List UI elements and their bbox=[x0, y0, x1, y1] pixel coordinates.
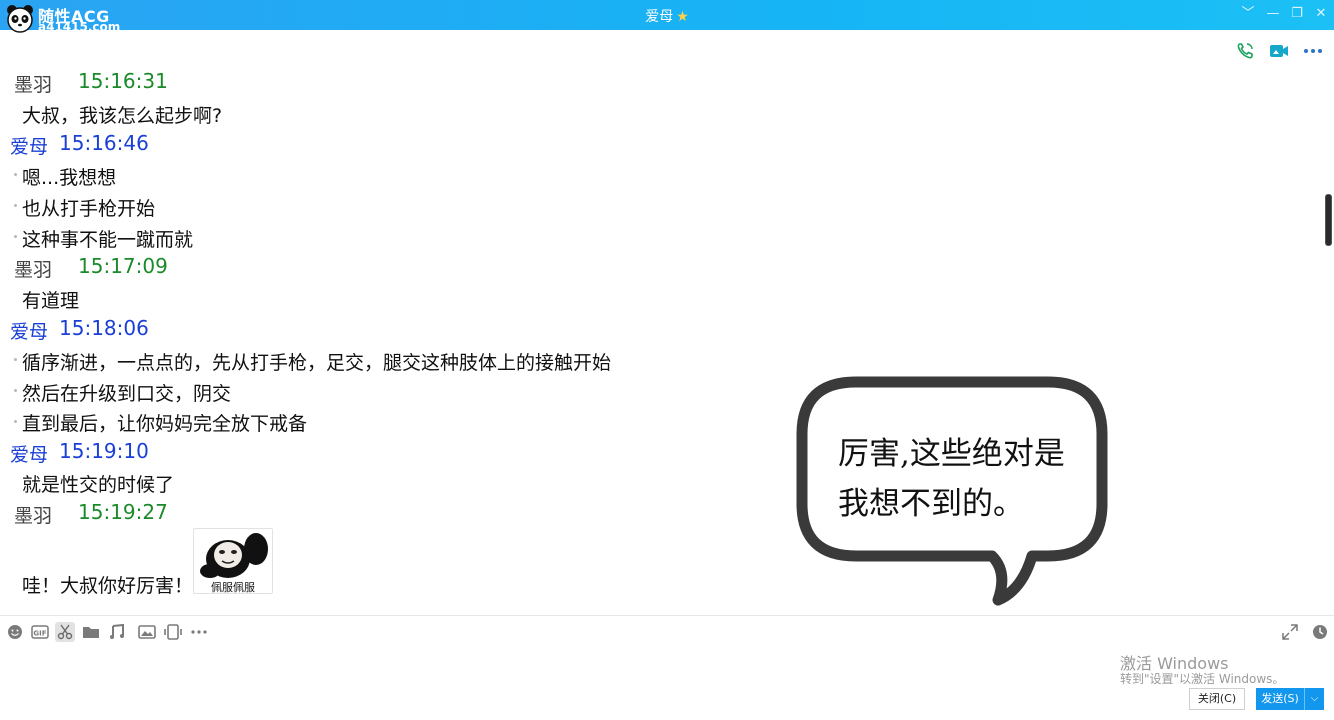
sender-name: 爱母 bbox=[10, 136, 49, 158]
chat-window: 随性ACG a41415.com 爱母 ★ ﹀ — ❐ ✕ 墨羽 15:16:31… bbox=[0, 0, 1334, 720]
activation-watermark-hint: 转到"设置"以激活 Windows。 bbox=[1120, 672, 1285, 686]
sender-name: 爱母 bbox=[10, 444, 49, 466]
video-call-icon[interactable] bbox=[1269, 42, 1289, 60]
message-text: 直到最后，让你妈妈完全放下戒备 bbox=[22, 413, 308, 435]
chat-scrollbar[interactable] bbox=[1325, 194, 1332, 246]
gif-icon[interactable]: GIF bbox=[30, 622, 50, 642]
message-time: 15:19:27 bbox=[78, 500, 168, 524]
bubble-text-line2: 我想不到的。 bbox=[838, 486, 1024, 522]
message-text: 大叔，我该怎么起步啊? bbox=[22, 105, 223, 127]
expand-icon[interactable] bbox=[1280, 622, 1300, 642]
message-bullet bbox=[14, 420, 17, 423]
image-icon[interactable] bbox=[137, 622, 157, 642]
message-time: 15:18:06 bbox=[59, 316, 149, 340]
phone-icon[interactable] bbox=[1236, 42, 1256, 60]
minimize-button[interactable]: — bbox=[1265, 6, 1281, 22]
message-bullet bbox=[14, 358, 17, 361]
send-button[interactable]: 发送(S) bbox=[1256, 688, 1304, 710]
input-divider bbox=[0, 615, 1334, 616]
message-time: 15:19:10 bbox=[59, 439, 149, 463]
title-bar[interactable]: 随性ACG a41415.com 爱母 ★ ﹀ — ❐ ✕ bbox=[0, 0, 1334, 34]
sticker-caption: 佩服佩服 bbox=[211, 581, 255, 594]
panda-meme-icon bbox=[200, 533, 268, 578]
message-bullet bbox=[14, 173, 17, 176]
window-title: 爱母 ★ bbox=[0, 6, 1334, 26]
folder-icon[interactable] bbox=[81, 622, 101, 642]
collapse-button[interactable]: ﹀ bbox=[1240, 6, 1256, 22]
toolbar-more-icon[interactable] bbox=[189, 622, 209, 642]
message-text: 哇！大叔你好厉害！ bbox=[22, 575, 194, 597]
message-time: 15:16:31 bbox=[78, 69, 168, 93]
panda-sticker[interactable]: 佩服佩服 bbox=[193, 528, 273, 594]
maximize-button[interactable]: ❐ bbox=[1289, 6, 1305, 22]
sender-name: 墨羽 bbox=[14, 74, 53, 96]
message-text: 嗯...我想想 bbox=[22, 167, 117, 189]
sender-name: 墨羽 bbox=[14, 259, 53, 281]
screen-record-icon[interactable] bbox=[163, 622, 183, 642]
history-clock-icon[interactable] bbox=[1310, 622, 1330, 642]
message-text: 这种事不能一蹴而就 bbox=[22, 229, 194, 251]
message-bullet bbox=[14, 235, 17, 238]
message-bullet bbox=[14, 204, 17, 207]
star-icon: ★ bbox=[676, 9, 689, 25]
close-button[interactable]: 关闭(C) bbox=[1189, 688, 1245, 710]
bubble-text-line1: 厉害,这些绝对是 bbox=[838, 436, 1065, 472]
more-icon[interactable] bbox=[1303, 42, 1323, 60]
contact-name: 爱母 bbox=[645, 9, 674, 25]
sender-name: 爱母 bbox=[10, 321, 49, 343]
message-time: 15:16:46 bbox=[59, 131, 149, 155]
message-text: 有道理 bbox=[22, 290, 80, 312]
message-text: 就是性交的时候了 bbox=[22, 474, 175, 496]
message-text: 也从打手枪开始 bbox=[22, 198, 156, 220]
message-text: 然后在升级到口交，阴交 bbox=[22, 383, 232, 405]
sender-name: 墨羽 bbox=[14, 505, 53, 527]
scissors-icon[interactable] bbox=[55, 622, 75, 642]
music-icon[interactable] bbox=[108, 622, 128, 642]
close-window-button[interactable]: ✕ bbox=[1313, 6, 1329, 22]
message-text: 循序渐进，一点点的，先从打手枪，足交，腿交这种肢体上的接触开始 bbox=[22, 352, 612, 374]
svg-text:GIF: GIF bbox=[33, 630, 46, 638]
message-bullet bbox=[14, 389, 17, 392]
message-time: 15:17:09 bbox=[78, 254, 168, 278]
send-options-dropdown[interactable]: ⌵ bbox=[1304, 688, 1324, 710]
emoji-icon[interactable] bbox=[5, 622, 25, 642]
